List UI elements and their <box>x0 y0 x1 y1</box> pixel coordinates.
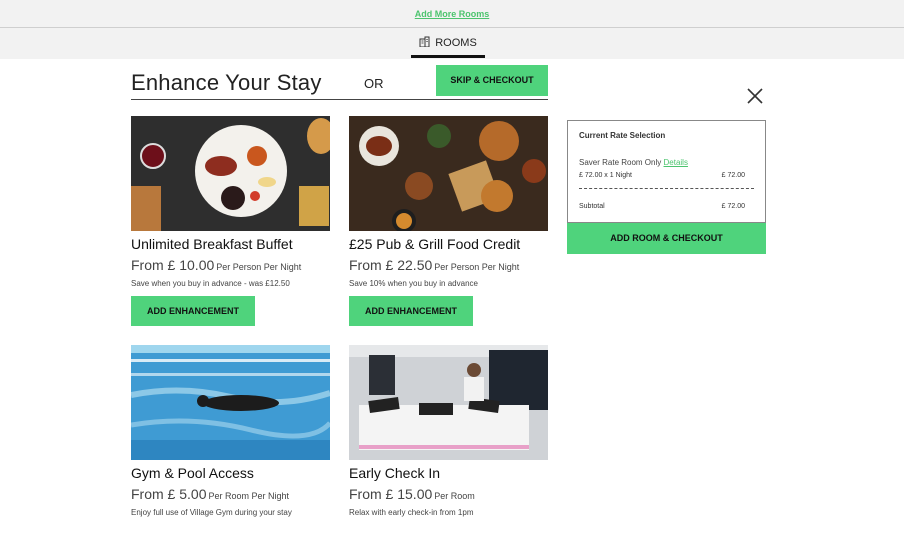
price-value: From £ 22.50 <box>349 257 433 273</box>
price-value: From £ 15.00 <box>349 486 433 502</box>
enhancement-price: From £ 15.00 Per Room <box>349 486 548 502</box>
tab-rooms-label: ROOMS <box>435 37 477 49</box>
enhancement-card-pub-grill: £25 Pub & Grill Food Credit From £ 22.50… <box>349 116 548 326</box>
enhancement-price: From £ 22.50 Per Person Per Night <box>349 257 548 273</box>
add-room-checkout-button[interactable]: ADD ROOM & CHECKOUT <box>567 223 766 254</box>
rate-line: £ 72.00 x 1 Night <box>579 172 632 179</box>
close-icon[interactable] <box>746 87 764 105</box>
add-enhancement-button[interactable]: ADD ENHANCEMENT <box>349 296 473 326</box>
top-bar: Add More Rooms <box>0 0 904 28</box>
enhancement-title: Gym & Pool Access <box>131 465 254 481</box>
enhancement-title: Unlimited Breakfast Buffet <box>131 236 293 252</box>
pool-image <box>131 345 330 460</box>
enhancement-description: Enjoy full use of Village Gym during you… <box>131 508 292 517</box>
check-in-image <box>349 345 548 460</box>
breakfast-image <box>131 116 330 231</box>
enhancement-price: From £ 10.00 Per Person Per Night <box>131 257 330 273</box>
enhancement-card-gym-pool: Gym & Pool Access From £ 5.00 Per Room Pe… <box>131 345 330 517</box>
enhancement-description: Save when you buy in advance - was £12.5… <box>131 279 290 288</box>
subtotal-label: Subtotal <box>579 203 605 210</box>
price-unit: Per Room <box>434 491 475 501</box>
tab-rooms[interactable]: ROOMS <box>411 36 485 58</box>
building-icon <box>419 36 430 47</box>
tab-bar: ROOMS <box>0 28 904 59</box>
price-value: From £ 10.00 <box>131 257 215 273</box>
rate-summary-panel: Current Rate Selection Saver Rate Room O… <box>567 120 766 223</box>
rate-divider <box>579 188 754 189</box>
rate-room-name: Saver Rate Room Only <box>579 158 662 167</box>
enhancement-title: £25 Pub & Grill Food Credit <box>349 236 521 252</box>
pub-grill-image <box>349 116 548 231</box>
enhancement-price: From £ 5.00 Per Room Per Night <box>131 486 330 502</box>
enhancement-card-early-check-in: Early Check In From £ 15.00 Per Room Rela… <box>349 345 548 517</box>
price-unit: Per Person Per Night <box>434 262 520 272</box>
price-value: From £ 5.00 <box>131 486 207 502</box>
add-more-rooms-link[interactable]: Add More Rooms <box>415 9 490 19</box>
title-divider <box>131 99 548 100</box>
add-enhancement-button[interactable]: ADD ENHANCEMENT <box>131 296 255 326</box>
enhancement-card-breakfast: Unlimited Breakfast Buffet From £ 10.00 P… <box>131 116 330 326</box>
or-label: OR <box>364 76 384 91</box>
page-title: Enhance Your Stay <box>131 70 322 95</box>
rate-room: Saver Rate Room Only Details <box>579 158 688 167</box>
enhancement-description: Relax with early check-in from 1pm <box>349 508 474 517</box>
subtotal-amount: £ 72.00 <box>721 203 745 210</box>
rate-heading: Current Rate Selection <box>579 131 666 140</box>
enhancement-description: Save 10% when you buy in advance <box>349 279 478 288</box>
price-unit: Per Person Per Night <box>216 262 302 272</box>
skip-checkout-button[interactable]: SKIP & CHECKOUT <box>436 65 548 96</box>
details-link[interactable]: Details <box>664 158 688 167</box>
enhancement-title: Early Check In <box>349 465 441 481</box>
price-unit: Per Room Per Night <box>208 491 290 501</box>
rate-line-amount: £ 72.00 <box>721 172 745 179</box>
